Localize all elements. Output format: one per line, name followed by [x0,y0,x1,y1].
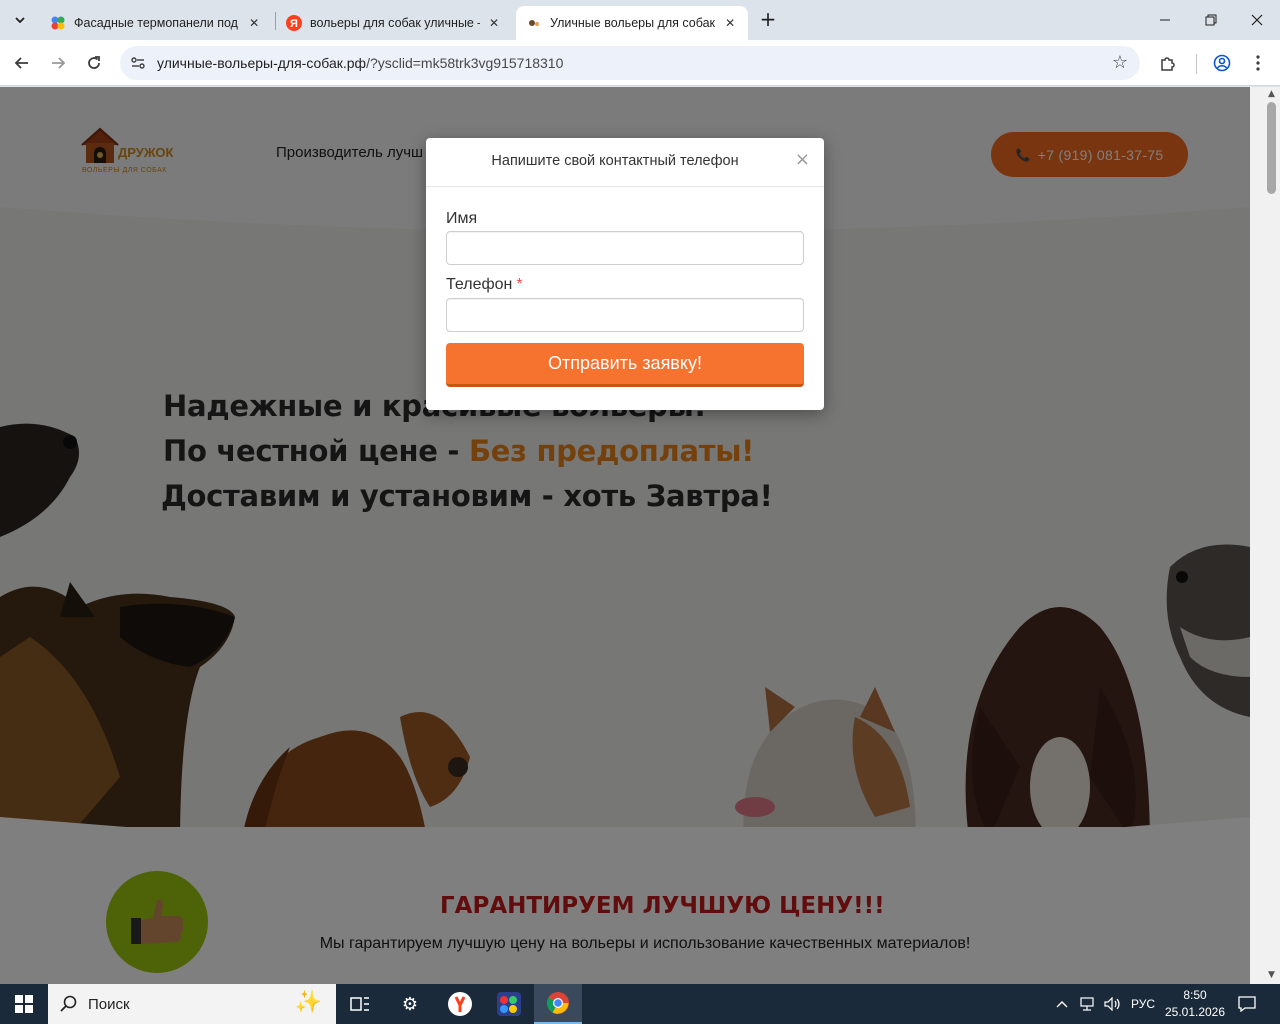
reload-button[interactable] [80,49,108,77]
app-taskbar-button[interactable] [485,984,533,1024]
taskbar-search-placeholder: Поиск [88,995,130,1013]
tab-close-icon[interactable]: ✕ [486,15,502,31]
yandex-browser-taskbar-button[interactable] [436,984,484,1024]
tab-close-icon[interactable]: ✕ [722,15,738,31]
clock-date: 25.01.2026 [1164,1005,1226,1019]
bookmark-star-icon[interactable]: ☆ [1112,52,1128,73]
chevron-up-icon [1056,1001,1068,1008]
name-input[interactable] [446,231,804,265]
chrome-icon [547,992,569,1014]
browser-menu-button[interactable] [1246,51,1270,75]
notifications-button[interactable] [1238,984,1256,1024]
notification-icon [1238,996,1256,1012]
show-hidden-icons-button[interactable] [1056,984,1068,1024]
tab-search-button[interactable] [8,8,32,32]
close-icon [1251,14,1263,26]
page-viewport: ДРУЖОК ВОЛЬЕРЫ ДЛЯ СОБАК Производитель л… [0,87,1250,984]
site-info-icon[interactable] [128,53,148,73]
language-indicator[interactable]: РУС [1131,984,1155,1024]
modal-title: Напишите свой контактный телефон [491,153,739,169]
more-vertical-icon [1256,55,1260,71]
modal-header: Напишите свой контактный телефон × [426,138,824,187]
windows-logo-icon [15,995,33,1013]
tab-bar: Фасадные термопанели под к ✕ Я вольеры д… [0,0,1280,40]
url-path: /?ysclid=mk58trk3vg915718310 [366,55,564,71]
site-favicon [529,20,539,26]
tab-title: Фасадные термопанели под к [74,16,241,30]
start-button[interactable] [0,984,48,1024]
profile-icon [1213,54,1231,72]
scroll-thumb[interactable] [1267,102,1276,194]
task-view-button[interactable] [336,984,384,1024]
tab-2[interactable]: Я вольеры для собак уличные – ✕ [276,6,512,40]
minimize-button[interactable] [1142,0,1188,40]
clock-time: 8:50 [1183,988,1207,1002]
new-tab-button[interactable]: + [756,8,780,32]
name-label: Имя [446,210,478,227]
tab-3-active[interactable]: Уличные вольеры для собак М ✕ [516,6,748,40]
submit-request-button[interactable]: Отправить заявку! [446,343,804,387]
taskbar-clock[interactable]: 8:50 25.01.2026 [1160,987,1230,1021]
extensions-button[interactable] [1156,51,1180,75]
tab-close-icon[interactable]: ✕ [246,15,262,31]
restore-icon [1205,14,1217,26]
network-icon[interactable] [1080,984,1096,1024]
phone-input[interactable] [446,298,804,332]
scroll-up-arrow-icon[interactable]: ▲ [1268,89,1275,99]
yandex-favicon: Я [286,15,302,31]
phone-label: Телефон * [446,276,523,294]
gear-icon: ⚙ [401,993,419,1015]
restore-button[interactable] [1188,0,1234,40]
phone-label-text: Телефон [446,276,513,293]
svg-text:Я: Я [290,18,298,30]
search-icon [60,995,77,1012]
reload-icon [88,56,100,69]
volume-icon[interactable] [1104,984,1122,1024]
sparkle-icon: ✨ [294,990,322,1015]
close-window-button[interactable] [1234,0,1280,40]
modal-close-icon[interactable]: × [795,151,810,169]
page-scrollbar[interactable]: ▲ ▼ [1250,87,1280,984]
required-marker: * [516,276,523,293]
tab-title: Уличные вольеры для собак М [550,16,717,30]
tab-title: вольеры для собак уличные – [310,16,480,30]
back-button[interactable] [8,49,36,77]
task-view-icon [350,997,369,1011]
address-bar[interactable]: уличные-вольеры-для-собак.рф/?ysclid=mk5… [120,46,1140,80]
tab-1[interactable]: Фасадные термопанели под к ✕ [40,6,272,40]
yandex-browser-icon [448,992,472,1016]
taskbar-search[interactable]: Поиск ✨ [48,984,336,1024]
chrome-taskbar-button[interactable] [534,984,582,1024]
arrow-right-icon [52,57,66,69]
colorful-dots-favicon [51,16,65,30]
minimize-icon [1160,19,1170,21]
url-text[interactable]: уличные-вольеры-для-собак.рф/?ysclid=mk5… [157,55,563,71]
settings-taskbar-button[interactable]: ⚙ [386,984,434,1024]
browser-toolbar: уличные-вольеры-для-собак.рф/?ysclid=mk5… [0,40,1280,86]
forward-button[interactable] [44,49,72,77]
puzzle-icon [1161,57,1175,71]
callback-modal: Напишите свой контактный телефон × Имя Т… [426,138,824,410]
arrow-left-icon [14,57,28,69]
scroll-down-arrow-icon[interactable]: ▼ [1268,970,1275,980]
profile-button[interactable] [1210,51,1234,75]
toolbar-separator [1196,54,1197,74]
colorful-app-icon [497,992,521,1016]
url-host: уличные-вольеры-для-собак.рф [157,55,367,71]
chevron-down-icon [15,17,25,24]
windows-taskbar: Поиск ✨ ⚙ РУС 8:50 25.01.2026 [0,984,1280,1024]
